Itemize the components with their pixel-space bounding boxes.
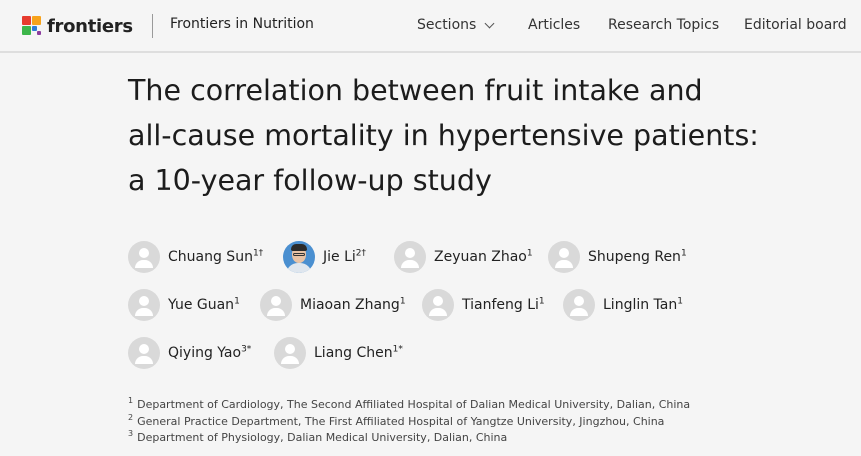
nav-articles-link[interactable]: Articles bbox=[528, 17, 580, 33]
affiliations-list: 1 Department of Cardiology, The Second Af… bbox=[128, 397, 690, 447]
author-name: Qiying Yao3* bbox=[168, 344, 252, 361]
title-line: all-cause mortality in hypertensive pati… bbox=[128, 119, 759, 152]
nav-editorial-board-link[interactable]: Editorial board bbox=[744, 17, 847, 33]
author-name: Jie Li2† bbox=[323, 248, 367, 265]
author-name: Yue Guan1 bbox=[168, 296, 240, 313]
avatar-placeholder-icon bbox=[128, 241, 160, 273]
title-line: The correlation between fruit intake and bbox=[128, 74, 703, 107]
author-name: Linglin Tan1 bbox=[603, 296, 683, 313]
frontiers-logo-icon bbox=[22, 16, 42, 36]
chevron-down-icon bbox=[484, 18, 495, 28]
author-chip[interactable]: Zeyuan Zhao1 bbox=[394, 241, 533, 273]
author-chip[interactable]: Qiying Yao3* bbox=[128, 337, 251, 369]
title-line: a 10-year follow-up study bbox=[128, 164, 492, 197]
avatar-placeholder-icon bbox=[128, 289, 160, 321]
avatar-placeholder-icon bbox=[274, 337, 306, 369]
avatar-placeholder-icon bbox=[548, 241, 580, 273]
author-name: Liang Chen1* bbox=[314, 344, 403, 361]
author-chip[interactable]: Yue Guan1 bbox=[128, 289, 240, 321]
author-chip[interactable]: Chuang Sun1† bbox=[128, 241, 263, 273]
author-name: Chuang Sun1† bbox=[168, 248, 264, 265]
affiliation-item: 3 Department of Physiology, Dalian Medica… bbox=[128, 429, 508, 444]
avatar-placeholder-icon bbox=[128, 337, 160, 369]
author-chip[interactable]: Liang Chen1* bbox=[274, 337, 403, 369]
affiliation-item: 2 General Practice Department, The First … bbox=[128, 412, 665, 428]
avatar-placeholder-icon bbox=[394, 241, 426, 273]
author-name: Zeyuan Zhao1 bbox=[434, 248, 533, 265]
journal-name-link[interactable]: Frontiers in Nutrition bbox=[170, 16, 314, 32]
logo-text: frontiers bbox=[47, 15, 133, 37]
author-chip[interactable]: Linglin Tan1 bbox=[563, 289, 683, 321]
author-chip[interactable]: Shupeng Ren1 bbox=[548, 241, 687, 273]
nav-research-topics-link[interactable]: Research Topics bbox=[608, 17, 719, 33]
author-name: Miaoan Zhang1 bbox=[300, 296, 406, 313]
avatar-placeholder-icon bbox=[422, 289, 454, 321]
avatar-placeholder-icon bbox=[260, 289, 292, 321]
affiliation-item: 1 Department of Cardiology, The Second Af… bbox=[128, 396, 691, 411]
frontiers-logo[interactable]: frontiers bbox=[22, 12, 133, 40]
author-chip[interactable]: Jie Li2† bbox=[283, 241, 366, 273]
nav-sections-label: Sections bbox=[417, 17, 477, 33]
author-chip[interactable]: Miaoan Zhang1 bbox=[260, 289, 406, 321]
header-divider bbox=[152, 14, 153, 38]
avatar bbox=[283, 241, 315, 273]
nav-sections-dropdown[interactable]: Sections bbox=[417, 17, 495, 33]
top-navigation-bar: frontiers Frontiers in Nutrition Section… bbox=[0, 0, 861, 53]
author-name: Tianfeng Li1 bbox=[462, 296, 545, 313]
author-name: Shupeng Ren1 bbox=[588, 248, 687, 265]
article-title: The correlation between fruit intake and… bbox=[128, 68, 808, 203]
author-chip[interactable]: Tianfeng Li1 bbox=[422, 289, 545, 321]
avatar-placeholder-icon bbox=[563, 289, 595, 321]
